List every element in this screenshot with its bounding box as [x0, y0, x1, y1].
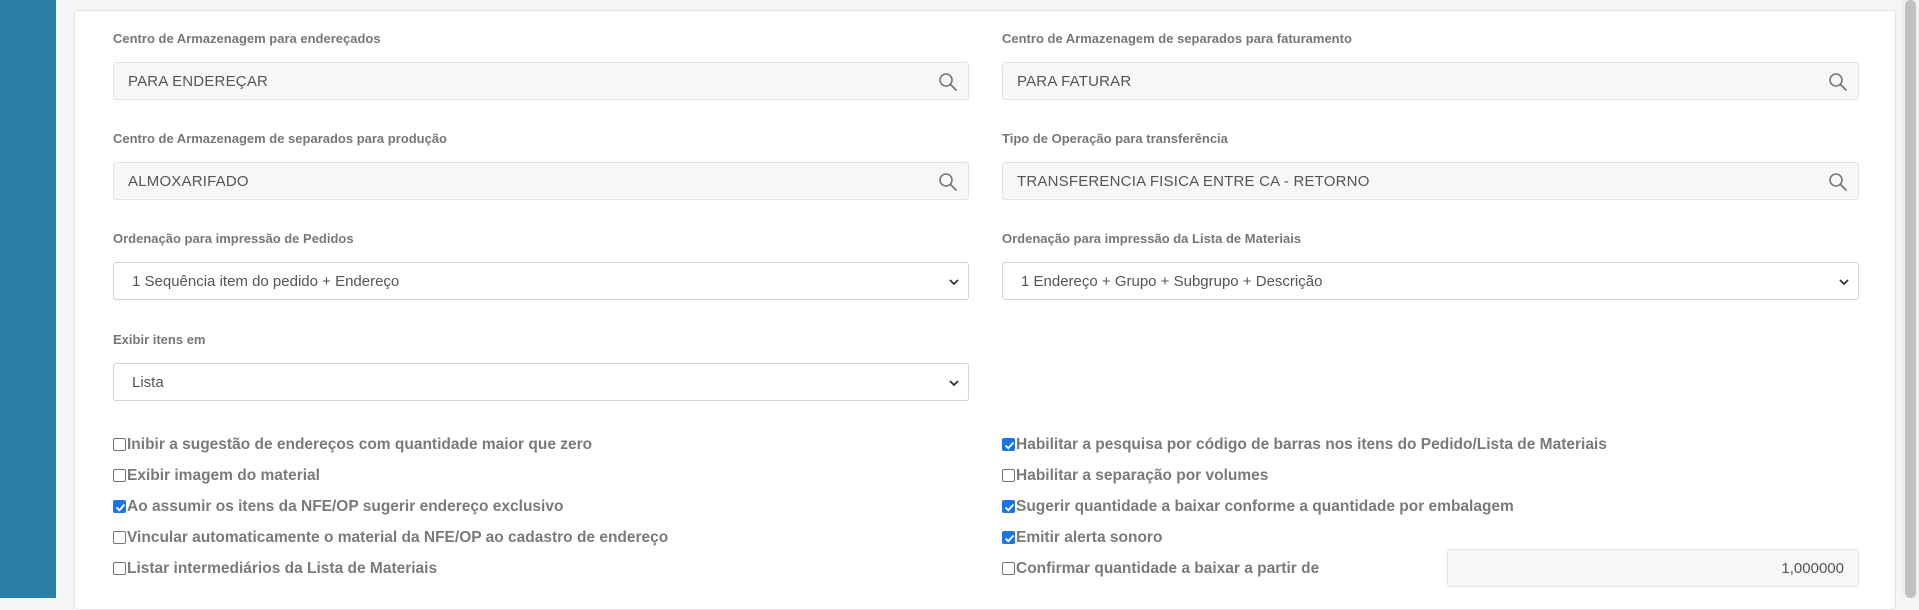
ordenacao-pedidos-select[interactable]: 1 Sequência item do pedido + Endereço [113, 262, 969, 300]
ordenacao-pedidos-label: Ordenação para impressão de Pedidos [113, 231, 354, 246]
checkbox-alerta-sonoro[interactable]: Emitir alerta sonoro [1002, 529, 1162, 547]
checkbox-label: Exibir imagem do material [127, 467, 320, 484]
checkbox-label: Inibir a sugestão de endereços com quant… [127, 436, 593, 453]
chevron-down-icon [949, 279, 959, 286]
exibir-itens-value: Lista [132, 374, 164, 391]
search-icon[interactable] [938, 172, 958, 192]
checkbox[interactable] [113, 561, 126, 575]
ordenacao-pedidos-value: 1 Sequência item do pedido + Endereço [132, 273, 400, 290]
ca-faturamento-label: Centro de Armazenagem de separados para … [1002, 31, 1352, 46]
checkbox-label: Emitir alerta sonoro [1016, 529, 1163, 546]
exibir-itens-label: Exibir itens em [113, 332, 206, 347]
checkbox-label: Ao assumir os itens da NFE/OP sugerir en… [127, 498, 564, 515]
checkbox-inibir-sugestao[interactable]: Inibir a sugestão de endereços com quant… [113, 436, 592, 454]
checkbox[interactable] [1002, 499, 1015, 513]
scrollbar[interactable] [1902, 0, 1919, 598]
checkbox-label: Vincular automaticamente o material da N… [127, 529, 669, 546]
checkbox[interactable] [113, 437, 126, 451]
sidebar [0, 0, 56, 598]
checkbox-sugerir-quantidade[interactable]: Sugerir quantidade a baixar conforme a q… [1002, 498, 1514, 516]
checkbox-codigo-barras[interactable]: Habilitar a pesquisa por código de barra… [1002, 436, 1607, 454]
search-icon[interactable] [1828, 72, 1848, 92]
ca-faturamento-lookup[interactable]: PARA FATURAR [1002, 62, 1859, 100]
ca-enderecados-lookup[interactable]: PARA ENDEREÇAR [113, 62, 969, 100]
checkbox[interactable] [1002, 561, 1015, 575]
checkbox[interactable] [1002, 468, 1015, 482]
confirmar-quantidade-input[interactable]: 1,000000 [1447, 549, 1859, 587]
checkbox[interactable] [1002, 437, 1015, 451]
checkbox-label: Habilitar a pesquisa por código de barra… [1016, 436, 1607, 453]
checkbox-label: Sugerir quantidade a baixar conforme a q… [1016, 498, 1514, 515]
exibir-itens-select[interactable]: Lista [113, 363, 969, 401]
checkbox-label: Listar intermediários da Lista de Materi… [127, 560, 438, 577]
ca-faturamento-value: PARA FATURAR [1017, 73, 1132, 90]
ordenacao-materiais-label: Ordenação para impressão da Lista de Mat… [1002, 231, 1302, 246]
ca-producao-label: Centro de Armazenagem de separados para … [113, 131, 448, 146]
chevron-down-icon [1839, 279, 1849, 286]
tipo-operacao-lookup[interactable]: TRANSFERENCIA FISICA ENTRE CA - RETORNO [1002, 162, 1859, 200]
checkbox[interactable] [113, 499, 126, 513]
checkbox-confirmar-quantidade[interactable]: Confirmar quantidade a baixar a partir d… [1002, 560, 1319, 578]
ordenacao-materiais-select[interactable]: 1 Endereço + Grupo + Subgrupo + Descriçã… [1002, 262, 1859, 300]
checkbox-separacao-volumes[interactable]: Habilitar a separação por volumes [1002, 467, 1268, 485]
settings-card: Centro de Armazenagem para endereçados P… [74, 10, 1896, 610]
ca-producao-value: ALMOXARIFADO [128, 173, 249, 190]
chevron-down-icon [949, 380, 959, 387]
ca-enderecados-label: Centro de Armazenagem para endereçados [113, 31, 381, 46]
checkbox-label: Confirmar quantidade a baixar a partir d… [1016, 560, 1320, 577]
confirmar-quantidade-value: 1,000000 [1781, 560, 1844, 577]
tipo-operacao-label: Tipo de Operação para transferência [1002, 131, 1228, 146]
checkbox-listar-intermediarios[interactable]: Listar intermediários da Lista de Materi… [113, 560, 437, 578]
scrollbar-thumb[interactable] [1905, 0, 1916, 598]
ordenacao-materiais-value: 1 Endereço + Grupo + Subgrupo + Descriçã… [1021, 273, 1323, 290]
checkbox[interactable] [1002, 530, 1015, 544]
checkbox-endereco-exclusivo[interactable]: Ao assumir os itens da NFE/OP sugerir en… [113, 498, 563, 516]
search-icon[interactable] [938, 72, 958, 92]
checkbox[interactable] [113, 530, 126, 544]
checkbox-exibir-imagem[interactable]: Exibir imagem do material [113, 467, 320, 485]
ca-enderecados-value: PARA ENDEREÇAR [128, 73, 269, 90]
tipo-operacao-value: TRANSFERENCIA FISICA ENTRE CA - RETORNO [1017, 173, 1370, 190]
checkbox-vincular-material[interactable]: Vincular automaticamente o material da N… [113, 529, 668, 547]
checkbox-label: Habilitar a separação por volumes [1016, 467, 1269, 484]
search-icon[interactable] [1828, 172, 1848, 192]
ca-producao-lookup[interactable]: ALMOXARIFADO [113, 162, 969, 200]
checkbox[interactable] [113, 468, 126, 482]
